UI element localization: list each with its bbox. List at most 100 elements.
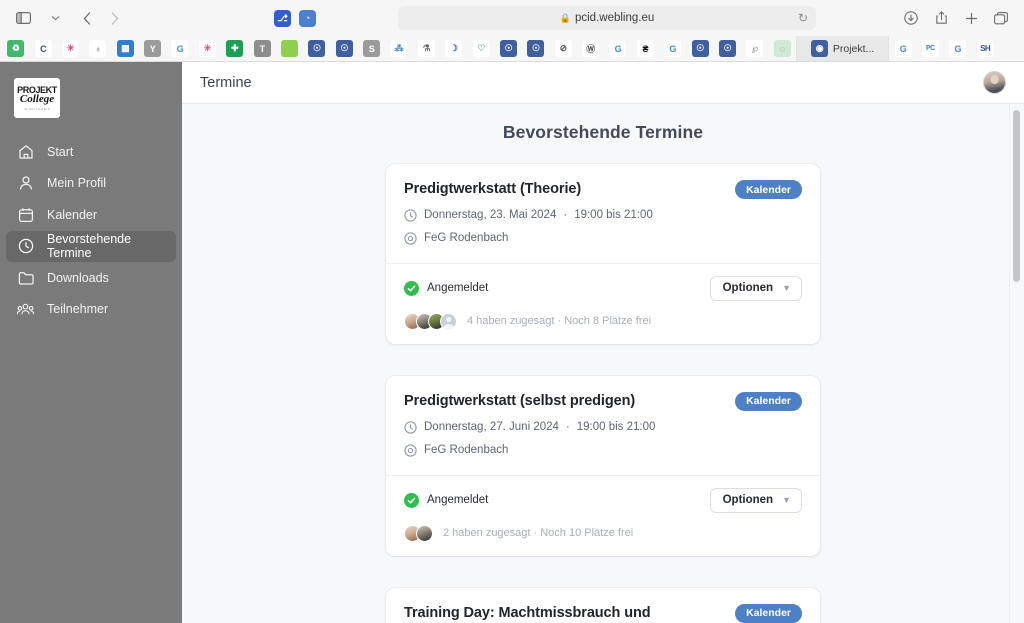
location-icon <box>404 232 417 245</box>
lock-icon: 🔒 <box>559 12 571 23</box>
event-card[interactable]: Predigtwerkstatt (selbst predigen) Kalen… <box>386 375 820 556</box>
chevron-down-icon[interactable] <box>42 6 68 30</box>
bookmark-globe-2[interactable]: ◌ <box>773 40 791 57</box>
options-button[interactable]: Optionen ▼ <box>709 487 802 513</box>
folder-icon <box>17 269 34 286</box>
bookmark-euro[interactable]: ₴ <box>636 40 654 57</box>
bookmark-t[interactable]: T <box>253 40 271 57</box>
extension-icon-1[interactable]: ⎇ <box>274 9 291 27</box>
bookmark-wordpress[interactable]: Ⓦ <box>582 40 600 57</box>
bookmark-s[interactable]: S <box>363 40 381 57</box>
bookmark-green[interactable] <box>280 40 298 57</box>
bookmark-slack-2[interactable]: ✳ <box>198 40 216 57</box>
bookmark-chart[interactable]: ▦ <box>116 40 134 57</box>
check-circle-icon <box>404 492 419 508</box>
home-icon <box>17 143 34 160</box>
tab-google-1[interactable]: G <box>894 40 912 57</box>
bookmark-moon[interactable]: ☽ <box>445 40 463 57</box>
bookmark-slack[interactable]: ✳ <box>61 40 79 57</box>
trailing-tabs: G PC G SH <box>889 40 999 57</box>
sidebar-item-teilnehmer[interactable]: Teilnehmer <box>6 294 176 325</box>
bookmark-recycle[interactable]: ♻ <box>7 40 25 57</box>
tab-pc[interactable]: PC <box>921 40 939 57</box>
bookmark-globe[interactable]: ♁ <box>89 40 107 57</box>
tab-overview-icon[interactable] <box>988 6 1014 30</box>
event-time: 19:00 bis 21:00 <box>574 209 653 222</box>
bookmark-c[interactable]: C <box>34 40 52 57</box>
location-icon <box>404 444 417 457</box>
bookmark-google-1[interactable]: G <box>171 40 189 57</box>
extension-icon-2[interactable]: ◔ <box>299 9 316 27</box>
download-icon[interactable] <box>898 6 924 30</box>
sidebar-item-mein-profil[interactable]: Mein Profil <box>6 168 176 199</box>
back-arrow-icon[interactable] <box>74 6 100 30</box>
bookmark-shield-3[interactable]: ☉ <box>499 40 517 57</box>
check-circle-icon <box>404 280 419 296</box>
browser-extensions: ⎇ ◔ <box>274 9 316 27</box>
sidebar-item-start[interactable]: Start <box>6 136 176 167</box>
event-location: FeG Rodenbach <box>424 232 509 245</box>
event-card-body: Predigtwerkstatt (selbst predigen) Kalen… <box>386 376 820 475</box>
browser-tab-active[interactable]: ◉ Projekt... <box>796 36 889 61</box>
sidebar-item-label: Downloads <box>47 270 109 285</box>
chevron-down-icon: ▼ <box>782 495 791 506</box>
event-location-row: FeG Rodenbach <box>404 444 802 457</box>
attendee-summary: 2 haben zugesagt · Noch 10 Plätze frei <box>443 527 634 540</box>
reload-icon[interactable]: ↻ <box>798 11 808 25</box>
calendar-badge[interactable]: Kalender <box>735 391 802 411</box>
sidebar-item-bevorstehende-termine[interactable]: Bevorstehende Termine <box>6 230 176 262</box>
tab-sh[interactable]: SH <box>976 40 994 57</box>
forward-arrow-icon[interactable] <box>102 6 128 30</box>
bookmark-node[interactable]: ⁂ <box>390 40 408 57</box>
bookmark-shield-1[interactable]: ☉ <box>308 40 326 57</box>
calendar-badge[interactable]: Kalender <box>735 180 802 199</box>
app-topbar: Termine <box>182 62 1024 104</box>
event-card[interactable]: Predigtwerkstatt (Theorie) Kalender Donn… <box>386 164 820 344</box>
sidebar-item-label: Kalender <box>47 207 98 222</box>
event-card-body: Predigtwerkstatt (Theorie) Kalender Donn… <box>386 164 820 263</box>
bookmark-circle[interactable]: ⊘ <box>554 40 572 57</box>
calendar-badge[interactable]: Kalender <box>735 603 802 623</box>
logo-line-2: College <box>19 92 55 105</box>
bookmark-shield-5[interactable]: ☉ <box>691 40 709 57</box>
event-status-row: Angemeldet Optionen ▼ <box>404 275 802 301</box>
people-icon <box>17 301 34 318</box>
event-card-body: Training Day: Machtmissbrauch und sexual… <box>386 588 820 623</box>
vertical-scrollbar[interactable] <box>1013 110 1020 623</box>
meta-separator: · <box>565 421 570 434</box>
logo-line-3: IM BILLGREIS <box>23 106 51 111</box>
event-datetime-row: Donnerstag, 27. Juni 2024 · 19:00 bis 21… <box>404 421 802 434</box>
sidebar-item-downloads[interactable]: Downloads <box>6 262 176 293</box>
bookmarks-bar: ♻ C ✳ ♁ ▦ Y G ✳ ✚ T ☉ ☉ S ⁂ ⚗ ☽ ♡ ☉ ☉ ⊘ … <box>0 36 1024 62</box>
calendar-icon <box>17 206 34 223</box>
bookmark-shield-4[interactable]: ☉ <box>527 40 545 57</box>
bookmark-shield-2[interactable]: ☉ <box>335 40 353 57</box>
bookmark-google-2[interactable]: G <box>609 40 627 57</box>
bookmark-google-3[interactable]: G <box>664 40 682 57</box>
sidebar-item-label: Teilnehmer <box>47 302 109 316</box>
plus-icon[interactable] <box>958 6 984 30</box>
bookmark-y[interactable]: Y <box>144 40 162 57</box>
sidebar-item-kalender[interactable]: Kalender <box>6 199 176 230</box>
attendee-avatars <box>404 312 457 330</box>
address-bar[interactable]: 🔒 pcid.webling.eu ↻ <box>398 6 816 30</box>
bookmark-sheets[interactable]: ✚ <box>226 40 244 57</box>
event-card-footer: Angemeldet Optionen ▼ <box>386 262 820 344</box>
bookmark-heart[interactable]: ♡ <box>472 40 490 57</box>
event-card[interactable]: Training Day: Machtmissbrauch und sexual… <box>386 587 820 623</box>
attendee-row: 2 haben zugesagt · Noch 10 Plätze frei <box>404 524 802 542</box>
options-button[interactable]: Optionen ▼ <box>709 275 802 301</box>
bookmark-script[interactable]: ℘ <box>746 40 764 57</box>
shield-icon: ◉ <box>810 40 828 57</box>
options-button-label: Optionen <box>722 494 774 507</box>
user-avatar[interactable] <box>983 71 1006 94</box>
content-scroll-area[interactable]: Bevorstehende Termine Predigtwerkstatt (… <box>182 104 1024 623</box>
bookmark-mic[interactable]: ⚗ <box>417 40 435 57</box>
tab-google-2[interactable]: G <box>949 40 967 57</box>
bookmark-shield-6[interactable]: ☉ <box>718 40 736 57</box>
scrollbar-thumb[interactable] <box>1013 110 1020 282</box>
sidebar-toggle-icon[interactable] <box>10 6 36 30</box>
share-icon[interactable] <box>928 6 954 30</box>
app-logo[interactable]: PROJEKT College IM BILLGREIS <box>14 78 60 118</box>
status-label: Angemeldet <box>427 494 489 507</box>
